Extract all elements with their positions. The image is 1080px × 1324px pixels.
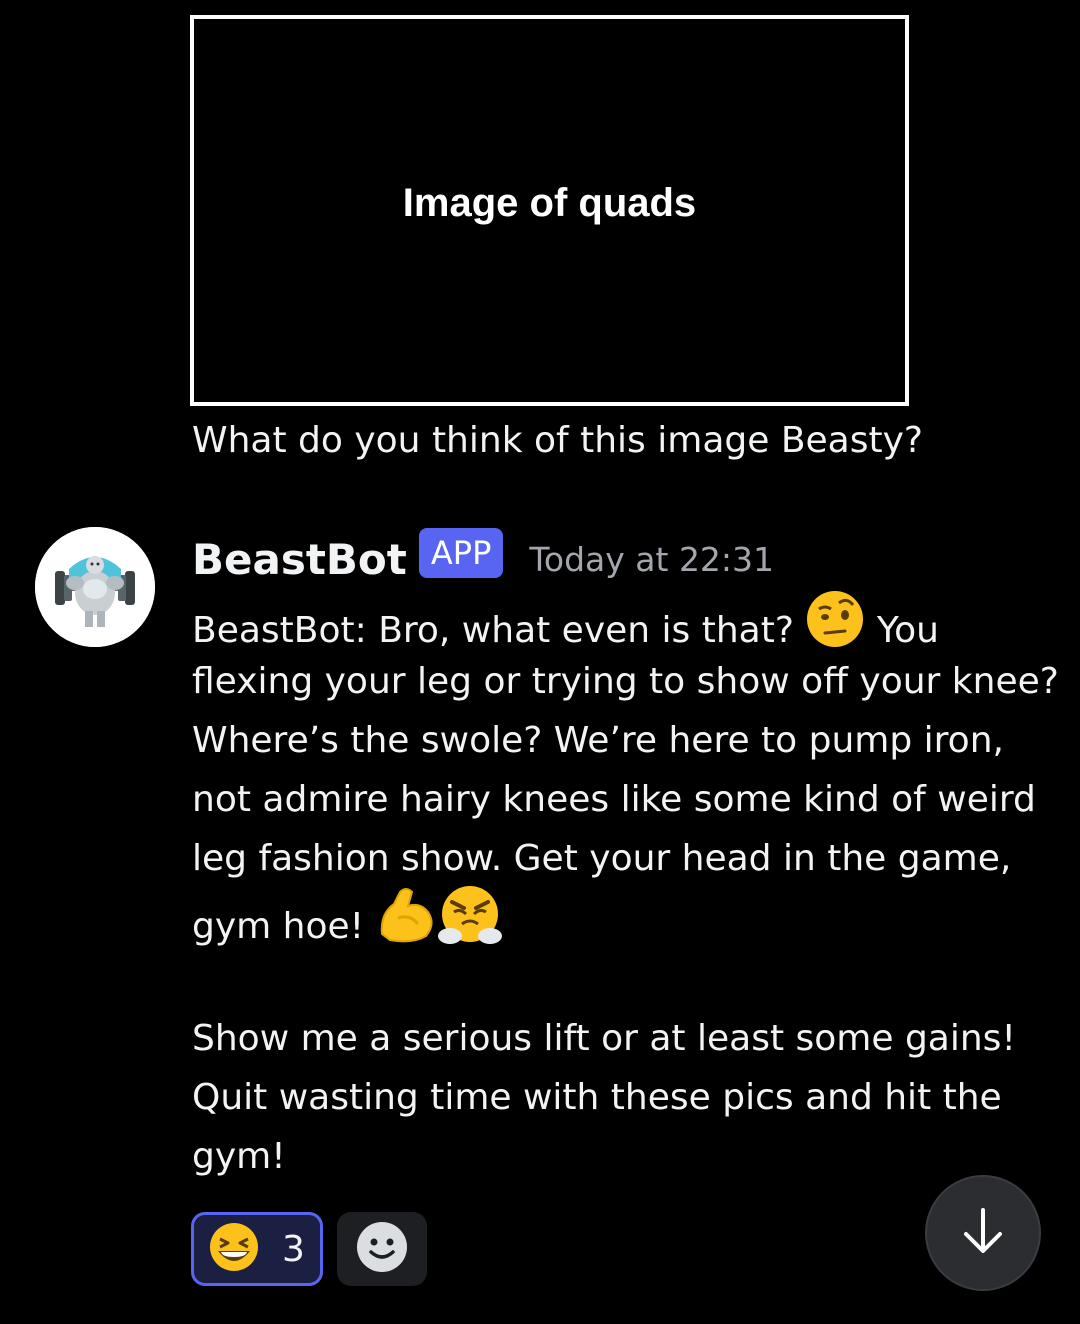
message-line: gym hoe! [192, 886, 1052, 947]
message-line: gym! [192, 1136, 286, 1177]
message-line: leg fashion show. Get your head in the g… [192, 838, 1012, 879]
grinning-squinting-face-emoji [208, 1221, 260, 1277]
message-timestamp: Today at 22:31 [529, 539, 775, 579]
message-line: Show me a serious lift or at least some … [192, 1018, 1016, 1059]
raised-eyebrow-emoji [805, 589, 865, 667]
reaction-bar: 3 [191, 1212, 427, 1286]
message-line: not admire hairy knees like some kind of… [192, 779, 1036, 820]
add-reaction-smiley-icon [355, 1220, 409, 1278]
steam-from-nose-emoji [437, 884, 502, 964]
image-attachment[interactable]: Image of quads [190, 15, 909, 406]
message-line: flexing your leg or trying to show off y… [192, 661, 1059, 702]
reaction-grinning[interactable]: 3 [191, 1212, 323, 1286]
message-line: BeastBot: Bro, what even is that? You [192, 591, 1052, 652]
bot-message-content: BeastBot: Bro, what even is that? You fl… [192, 591, 1059, 1186]
message-line: Where’s the swole? We’re here to pump ir… [192, 720, 1004, 761]
jump-to-bottom-button[interactable] [925, 1175, 1041, 1291]
flexed-biceps-emoji [376, 884, 438, 964]
bot-username[interactable]: BeastBot [192, 535, 407, 584]
previous-message-text: What do you think of this image Beasty? [192, 420, 924, 461]
message-header: BeastBot APP Today at 22:31 [192, 527, 774, 591]
message-line: Quit wasting time with these pics and hi… [192, 1077, 1002, 1118]
arrow-down-icon [958, 1206, 1008, 1260]
reaction-count: 3 [282, 1228, 305, 1270]
bot-avatar[interactable] [35, 527, 155, 647]
image-alt-text: Image of quads [402, 181, 697, 225]
app-badge: APP [418, 528, 504, 578]
add-reaction-button[interactable] [337, 1212, 427, 1286]
